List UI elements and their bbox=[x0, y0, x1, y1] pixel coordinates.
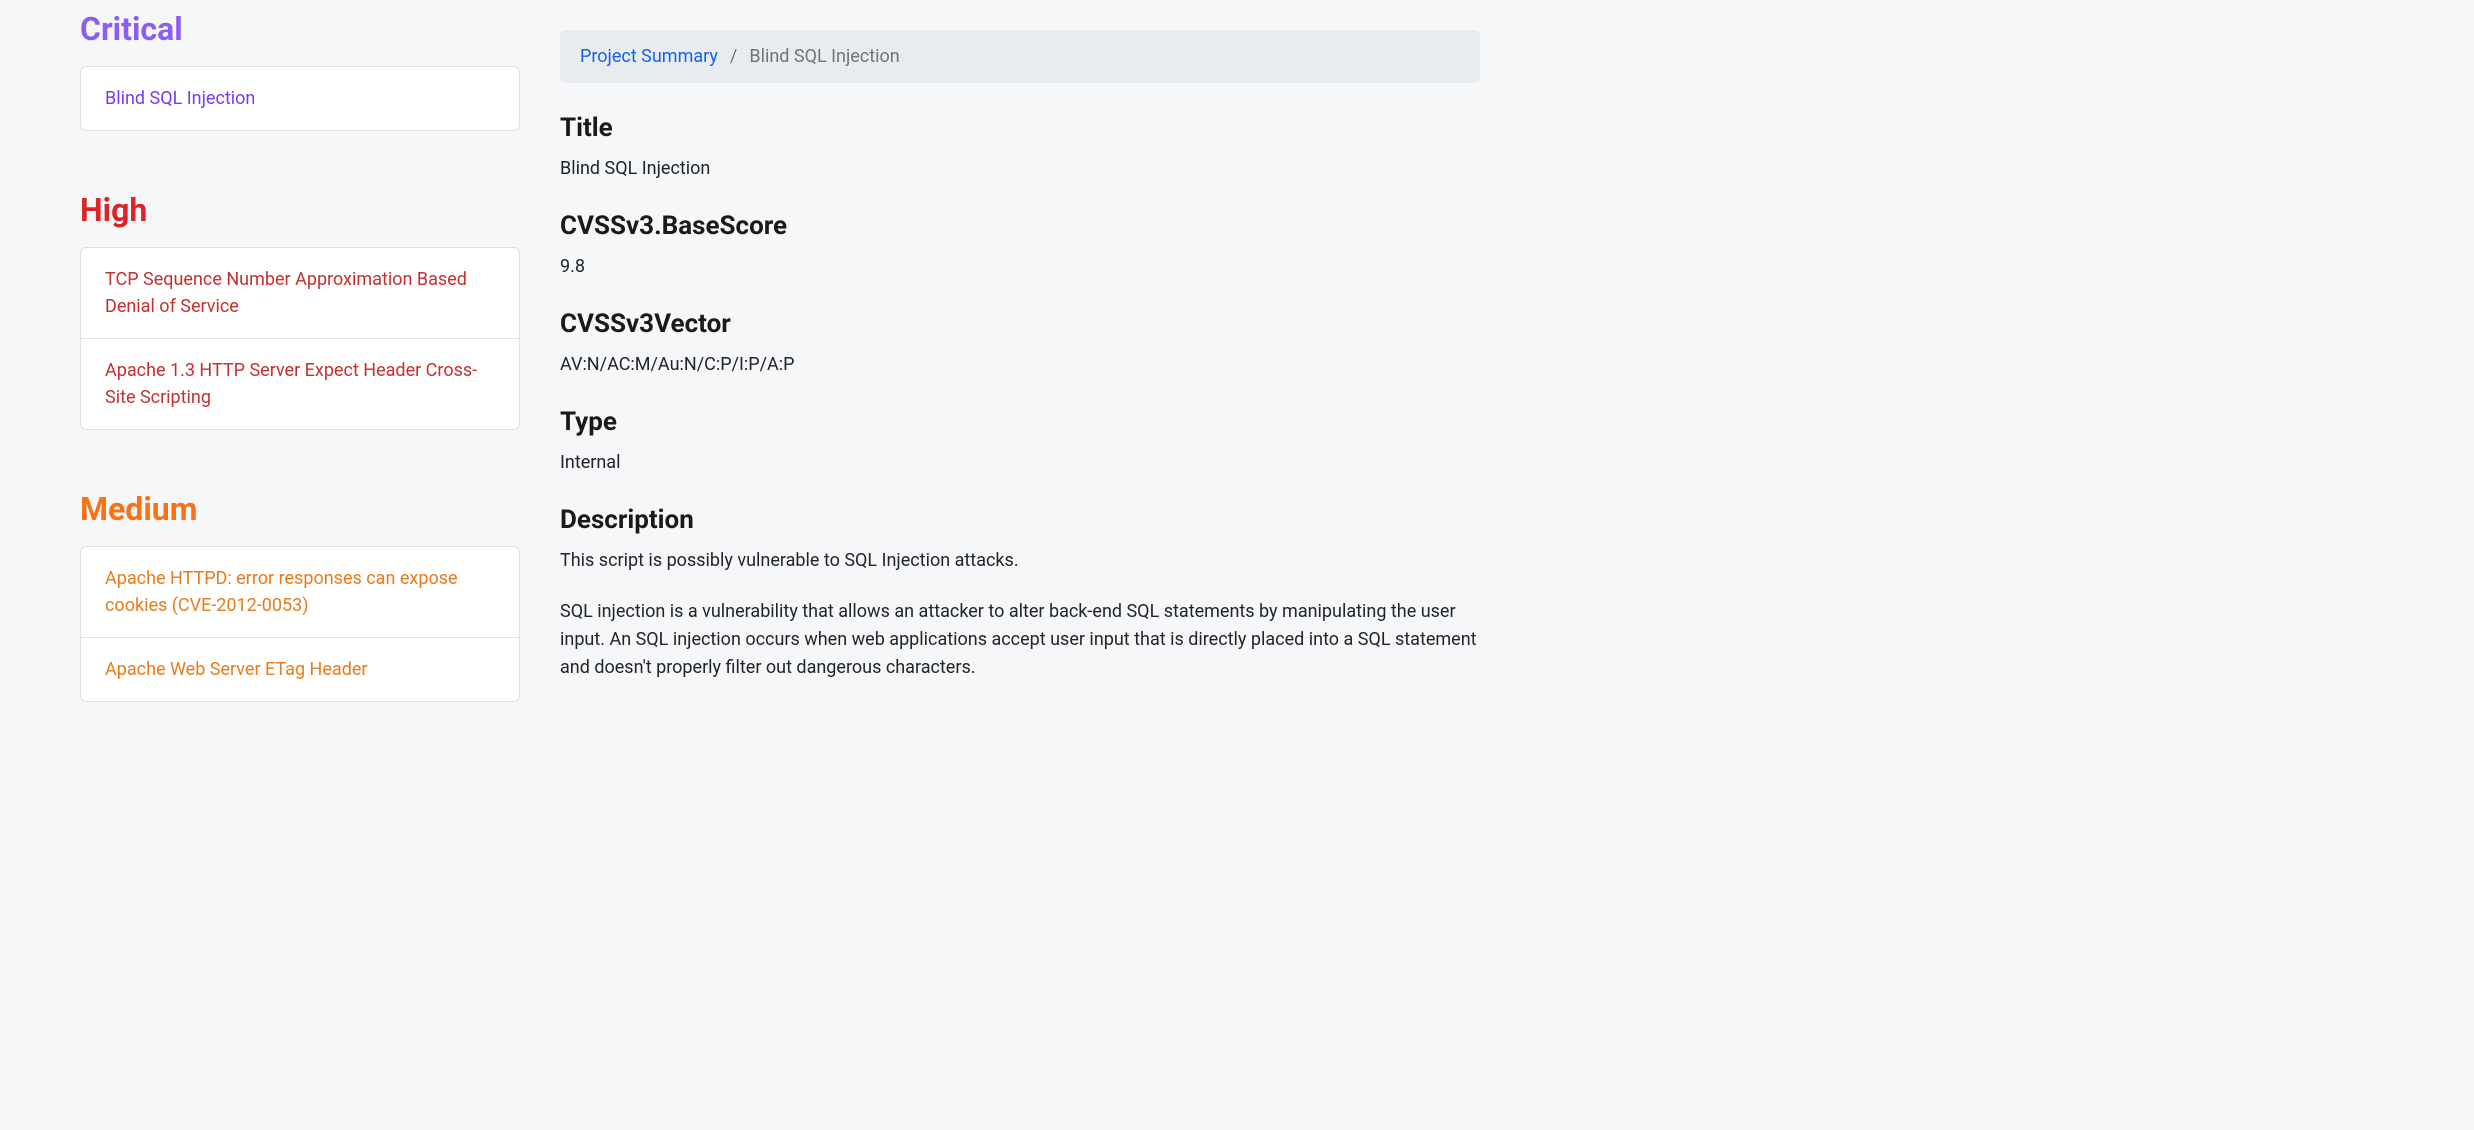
severity-section-medium: Medium Apache HTTPD: error responses can… bbox=[80, 490, 520, 702]
breadcrumb-current: Blind SQL Injection bbox=[749, 46, 899, 67]
detail-type-label: Type bbox=[560, 407, 1480, 437]
vuln-list-high: TCP Sequence Number Approximation Based … bbox=[80, 247, 520, 430]
severity-section-critical: Critical Blind SQL Injection bbox=[80, 10, 520, 131]
detail-description-value: This script is possibly vulnerable to SQ… bbox=[560, 547, 1480, 683]
detail-title-value: Blind SQL Injection bbox=[560, 155, 1480, 183]
detail-title-label: Title bbox=[560, 113, 1480, 143]
description-paragraph: This script is possibly vulnerable to SQ… bbox=[560, 547, 1480, 575]
vuln-item[interactable]: Apache HTTPD: error responses can expose… bbox=[81, 547, 519, 638]
severity-section-high: High TCP Sequence Number Approximation B… bbox=[80, 191, 520, 430]
vuln-list-critical: Blind SQL Injection bbox=[80, 66, 520, 131]
severity-heading-medium: Medium bbox=[80, 490, 520, 528]
vuln-item[interactable]: Blind SQL Injection bbox=[81, 67, 519, 130]
vuln-item[interactable]: Apache 1.3 HTTP Server Expect Header Cro… bbox=[81, 339, 519, 429]
detail-basescore-label: CVSSv3.BaseScore bbox=[560, 211, 1480, 241]
detail-description-label: Description bbox=[560, 505, 1480, 535]
detail-basescore-value: 9.8 bbox=[560, 253, 1480, 281]
breadcrumb: Project Summary / Blind SQL Injection bbox=[560, 30, 1480, 83]
breadcrumb-separator: / bbox=[730, 46, 737, 67]
detail-vector-value: AV:N/AC:M/Au:N/C:P/I:P/A:P bbox=[560, 351, 1480, 379]
breadcrumb-link-project-summary[interactable]: Project Summary bbox=[580, 46, 718, 67]
vulnerability-sidebar: Critical Blind SQL Injection High TCP Se… bbox=[80, 10, 520, 702]
vuln-list-medium: Apache HTTPD: error responses can expose… bbox=[80, 546, 520, 702]
detail-type-value: Internal bbox=[560, 449, 1480, 477]
vuln-item[interactable]: TCP Sequence Number Approximation Based … bbox=[81, 248, 519, 339]
description-paragraph: SQL injection is a vulnerability that al… bbox=[560, 598, 1480, 682]
vulnerability-detail: Project Summary / Blind SQL Injection Ti… bbox=[560, 10, 1480, 702]
vuln-item[interactable]: Apache Web Server ETag Header bbox=[81, 638, 519, 701]
severity-heading-high: High bbox=[80, 191, 520, 229]
severity-heading-critical: Critical bbox=[80, 10, 520, 48]
detail-vector-label: CVSSv3Vector bbox=[560, 309, 1480, 339]
